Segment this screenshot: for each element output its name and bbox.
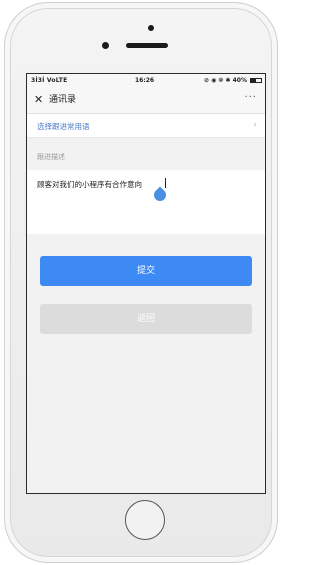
phone-frame: 3İ3İ VoLTE 16:26 ⊘ ◉ ❁ ✱ 40% ✕ 通讯录 ··· 选…	[4, 2, 278, 563]
description-text: 顾客对我们的小程序有合作意向	[37, 180, 142, 189]
status-time: 16:26	[135, 77, 155, 84]
text-cursor	[165, 178, 166, 188]
status-bar: 3İ3İ VoLTE 16:26 ⊘ ◉ ❁ ✱ 40%	[27, 74, 265, 88]
front-sensor	[148, 25, 154, 31]
battery-icon	[250, 78, 262, 83]
description-textarea[interactable]: 顾客对我们的小程序有合作意向	[27, 170, 265, 234]
submit-button[interactable]: 提交	[40, 256, 252, 286]
cursor-drag-handle[interactable]	[151, 186, 169, 204]
phone-screen: 3İ3İ VoLTE 16:26 ⊘ ◉ ❁ ✱ 40% ✕ 通讯录 ··· 选…	[26, 73, 266, 494]
back-button[interactable]: 返回	[40, 304, 252, 334]
more-icon[interactable]: ···	[244, 92, 257, 103]
home-button[interactable]	[125, 500, 165, 540]
followup-phrase-selector[interactable]: 选择跟进常用语 ›	[27, 114, 265, 138]
status-indicators: ⊘ ◉ ❁ ✱ 40%	[203, 77, 247, 84]
earpiece-speaker	[126, 43, 168, 48]
description-section-label: 跟进描述	[37, 153, 65, 161]
carrier-signal: 3İ3İ VoLTE	[31, 77, 68, 84]
followup-phrase-label: 选择跟进常用语	[37, 122, 90, 131]
nav-bar: ✕ 通讯录 ···	[27, 88, 265, 114]
page-title: 通讯录	[49, 95, 77, 105]
front-camera	[102, 42, 109, 49]
chevron-right-icon: ›	[253, 120, 257, 130]
close-icon[interactable]: ✕	[34, 93, 43, 107]
